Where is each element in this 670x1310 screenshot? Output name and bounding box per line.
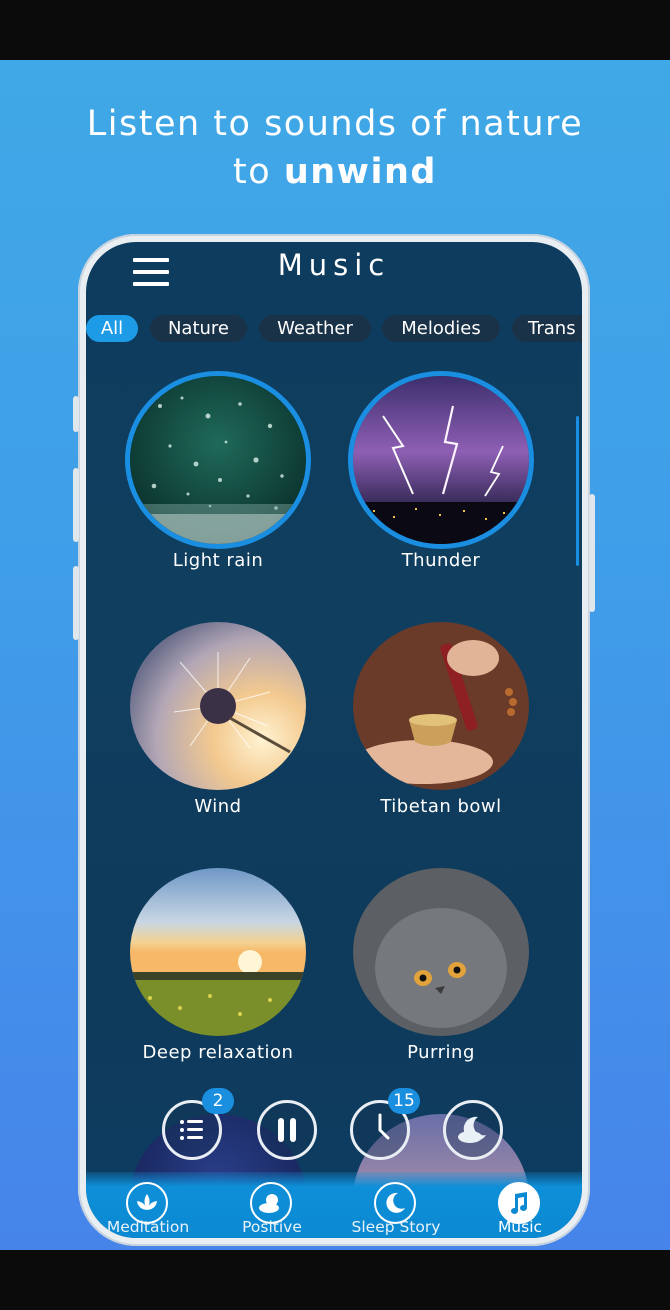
nav-item-positive[interactable]: Positive (212, 1172, 332, 1238)
top-black-bar (0, 0, 670, 60)
sound-label-thunder: Thunder (401, 550, 481, 571)
timer-minutes-badge: 15 (388, 1088, 420, 1114)
sound-label-purring: Purring (407, 1042, 475, 1063)
tab-melodies[interactable]: Melodies (382, 315, 500, 342)
sound-item-purring[interactable]: Purring (331, 868, 551, 1063)
nav-item-sleep-story[interactable]: Sleep Story (336, 1172, 456, 1238)
tibetan-bowl-image (353, 622, 529, 790)
tab-all[interactable]: All (86, 315, 138, 342)
nav-item-meditation[interactable]: Meditation (88, 1172, 208, 1238)
headline-line-2-prefix: to (233, 152, 284, 192)
purring-image (353, 868, 529, 1036)
bottom-navigation: Meditation Positive Sleep Story Music (86, 1172, 582, 1238)
phone-side-button (589, 494, 595, 612)
sound-label-light-rain: Light rain (172, 550, 264, 571)
headline-line-2: to unwind (0, 148, 670, 196)
bottom-black-bar (0, 1250, 670, 1310)
promo-headline: Listen to sounds of nature to unwind (0, 100, 670, 196)
wind-image (130, 622, 306, 790)
sound-item-deep-relaxation[interactable]: Deep relaxation (108, 868, 328, 1063)
playlist-count-badge: 2 (202, 1088, 234, 1114)
sound-item-wind[interactable]: Wind (108, 622, 328, 817)
tab-weather[interactable]: Weather (259, 315, 371, 342)
nav-label-music: Music (497, 1218, 543, 1236)
headline-emphasis: unwind (283, 152, 437, 192)
category-tabs: All Nature Weather Melodies Trans (86, 315, 582, 343)
sound-item-thunder[interactable]: Thunder (331, 376, 551, 571)
nav-item-music[interactable]: Music (460, 1172, 580, 1238)
sleep-moon-cloud-icon (458, 1116, 486, 1143)
phone-side-button (73, 566, 79, 640)
thunder-image (353, 376, 529, 544)
sound-item-light-rain[interactable]: Light rain (108, 376, 328, 571)
lightning-storm-image (353, 376, 529, 544)
pause-button[interactable] (257, 1100, 317, 1160)
light-rain-image (130, 376, 306, 544)
nav-label-meditation: Meditation (106, 1218, 190, 1236)
phone-side-button (73, 396, 79, 432)
sleep-mode-button[interactable] (443, 1100, 503, 1160)
tab-trans[interactable]: Trans (512, 315, 582, 342)
headline-line-1: Listen to sounds of nature (86, 104, 584, 144)
sound-label-deep-relaxation: Deep relaxation (142, 1042, 294, 1063)
gray-cat-image (353, 868, 529, 1036)
singing-bowl-image (353, 622, 529, 790)
nav-label-sleep-story: Sleep Story (351, 1218, 441, 1236)
pause-icon (278, 1118, 296, 1142)
promo-background: Listen to sounds of nature to unwind Mus… (0, 60, 670, 1250)
nav-label-positive: Positive (242, 1218, 302, 1236)
sound-label-tibetan-bowl: Tibetan bowl (380, 796, 502, 817)
dandelion-image (130, 622, 306, 790)
sound-label-wind: Wind (194, 796, 242, 817)
sunset-field-image (130, 868, 306, 1036)
sound-item-tibetan-bowl[interactable]: Tibetan bowl (331, 622, 551, 817)
rain-droplets-image (130, 376, 306, 544)
app-screen: Music All Nature Weather Melodies Trans (86, 242, 582, 1238)
tab-nature[interactable]: Nature (150, 315, 247, 342)
deep-relaxation-image (130, 868, 306, 1036)
scrollbar[interactable] (576, 416, 579, 566)
phone-side-button (73, 468, 79, 542)
screen-title: Music (277, 248, 391, 282)
phone-frame: Music All Nature Weather Melodies Trans (73, 234, 595, 1246)
